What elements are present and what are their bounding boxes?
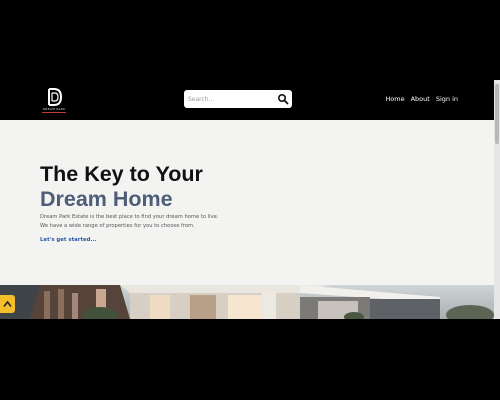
scroll-to-top-button[interactable] [0,295,15,313]
get-started-link[interactable]: Let's get started... [40,237,97,243]
hero-description-line2: We have a wide range of properties for y… [40,222,195,229]
hero-section: The Key to Your Dream Home Dream Park Es… [0,120,494,285]
nav-link-about[interactable]: About [411,95,430,103]
search-box [184,90,292,108]
search-icon[interactable] [277,93,289,105]
dp-monogram-icon [48,88,63,106]
hero-description-line1: Dream Park Estate is the best place to f… [40,214,219,220]
browser-viewport: DREAM PARK Home About Sign in The Key to… [0,80,500,319]
scrollbar-thumb[interactable] [495,84,499,144]
nav-link-home[interactable]: Home [385,95,404,103]
hero-description: Dream Park Estate is the best place to f… [40,213,240,230]
brand-logo[interactable]: DREAM PARK [40,86,68,114]
hero-title-line2: Dream Home [40,187,173,211]
hero-title: The Key to Your Dream Home [40,162,203,212]
nav-links: Home About Sign in [385,95,458,103]
chevron-up-icon [3,300,12,307]
nav-link-sign-in[interactable]: Sign in [436,95,458,103]
search-input[interactable] [188,92,276,106]
page-scrollbar[interactable] [494,80,500,319]
brand-logo-text: DREAM PARK [42,107,66,111]
hero-house-image [0,285,494,319]
brand-logo-underline [42,112,66,113]
hero-title-line1: The Key to Your [40,162,203,186]
navbar: DREAM PARK Home About Sign in [0,80,500,120]
